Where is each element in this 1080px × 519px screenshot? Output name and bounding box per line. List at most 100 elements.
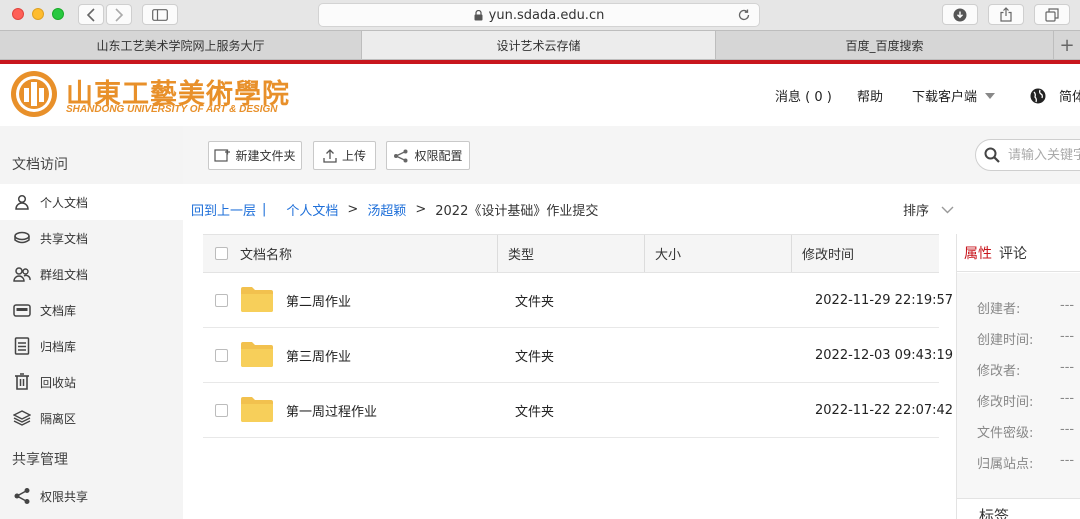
folder-icon — [241, 342, 273, 367]
table-row[interactable]: 第一周过程作业 文件夹 2022-11-22 22:07:42 — [203, 383, 953, 438]
row-checkbox[interactable] — [215, 328, 228, 382]
property-value: --- — [1060, 298, 1075, 313]
group-icon — [12, 264, 32, 284]
sidebar-section-docs: 文档访问 — [12, 157, 68, 173]
close-window-button[interactable] — [12, 8, 24, 20]
sidebar-item-recycle-bin[interactable]: 回收站 — [0, 364, 183, 400]
property-value: --- — [1060, 422, 1075, 437]
folder-icon — [241, 397, 273, 422]
permissions-button[interactable]: 权限配置 — [386, 141, 470, 170]
property-created-time: 创建时间: --- — [977, 329, 1074, 348]
new-folder-label: 新建文件夹 — [235, 149, 296, 163]
file-modified: 2022-12-03 09:43:19 — [815, 347, 954, 363]
browser-tab-bar: 山东工艺美术学院网上服务大厅 设计艺术云存储 百度_百度搜索 + — [0, 30, 1080, 60]
column-modified[interactable]: 修改时间 — [802, 235, 854, 272]
search-icon — [984, 147, 1000, 163]
url-text: yun.sdada.edu.cn — [488, 7, 605, 23]
language-menu[interactable]: 简体 — [1030, 86, 1080, 105]
column-size[interactable]: 大小 — [655, 235, 681, 272]
sort-menu[interactable]: 排序 — [903, 200, 954, 219]
sidebar-item-permission-share[interactable]: 权限共享 — [0, 478, 183, 514]
minimize-window-button[interactable] — [32, 8, 44, 20]
tab-label: 百度_百度搜索 — [845, 38, 924, 53]
trash-icon — [12, 372, 32, 392]
messages-link[interactable]: 消息 ( 0 ) — [775, 86, 832, 105]
download-client-label: 下载客户端 — [912, 90, 978, 105]
file-type: 文件夹 — [515, 404, 555, 420]
new-folder-button[interactable]: 新建文件夹 — [208, 141, 302, 170]
property-label: 归属站点: — [977, 457, 1034, 472]
tab-label: 设计艺术云存储 — [496, 38, 581, 53]
browser-tab-baidu[interactable]: 百度_百度搜索 — [716, 31, 1054, 59]
properties-body: 创建者: --- 创建时间: --- 修改者: --- 修改时间: --- 文件… — [957, 273, 1080, 498]
column-name[interactable]: 文档名称 — [240, 235, 292, 272]
row-checkbox[interactable] — [215, 383, 228, 437]
sidebar-item-shared-docs[interactable]: 共享文档 — [0, 220, 183, 256]
share-page-icon — [1000, 7, 1012, 22]
sidebar-item-label: 回收站 — [40, 375, 77, 390]
back-button[interactable] — [78, 4, 104, 25]
globe-icon — [1030, 88, 1046, 103]
zoom-window-button[interactable] — [52, 8, 64, 20]
upload-label: 上传 — [341, 149, 366, 163]
search-input[interactable] — [1008, 147, 1080, 163]
sidebar-item-group-docs[interactable]: 群组文档 — [0, 256, 183, 292]
share-page-button[interactable] — [988, 4, 1024, 25]
column-type[interactable]: 类型 — [508, 235, 534, 272]
share-icon — [393, 149, 409, 163]
language-label: 简体 — [1059, 90, 1080, 105]
browser-tab-cloud-storage[interactable]: 设计艺术云存储 — [362, 31, 716, 59]
download-client-menu[interactable]: 下载客户端 — [912, 86, 996, 105]
sidebar-item-archive[interactable]: 归档库 — [0, 328, 183, 364]
site-header: 山東工藝美術學院 SHANDONG UNIVERSITY OF ART & DE… — [0, 64, 1080, 126]
library-icon — [12, 300, 32, 320]
permissions-label: 权限配置 — [414, 149, 463, 163]
tab-properties[interactable]: 属性 — [964, 243, 992, 263]
file-name[interactable]: 第一周过程作业 — [286, 383, 377, 437]
downloads-button[interactable] — [942, 4, 978, 25]
file-type: 文件夹 — [515, 349, 555, 365]
property-classification: 文件密级: --- — [977, 422, 1074, 441]
search-box[interactable] — [975, 139, 1080, 171]
breadcrumb: 回到上一层 | 个人文档 > 汤超颖 > 2022《设计基础》作业提交 — [191, 200, 598, 219]
lock-icon — [474, 9, 483, 20]
chevron-down-icon — [941, 206, 954, 213]
help-link[interactable]: 帮助 — [857, 86, 883, 105]
university-logo-icon[interactable] — [10, 70, 58, 118]
properties-panel: 属性 评论 创建者: --- 创建时间: --- 修改者: --- 修改时间: … — [956, 234, 1080, 519]
folder-icon — [241, 287, 273, 312]
tabs-icon — [1045, 7, 1059, 22]
sidebar-item-label: 文档库 — [40, 303, 77, 318]
select-all-checkbox[interactable] — [215, 235, 228, 272]
breadcrumb-user-folder[interactable]: 汤超颖 — [367, 200, 406, 219]
sidebar-item-quarantine[interactable]: 隔离区 — [0, 400, 183, 436]
tab-overview-button[interactable] — [1034, 4, 1070, 25]
sidebar-item-label: 隔离区 — [40, 411, 77, 426]
file-name[interactable]: 第三周作业 — [286, 328, 351, 382]
quarantine-icon — [12, 408, 32, 428]
properties-tabs: 属性 评论 — [957, 234, 1080, 272]
file-name[interactable]: 第二周作业 — [286, 273, 351, 327]
property-label: 修改时间: — [977, 395, 1034, 410]
back-one-level-link[interactable]: 回到上一层 — [191, 200, 256, 219]
address-bar[interactable]: yun.sdada.edu.cn — [318, 3, 760, 27]
table-header: 文档名称 类型 大小 修改时间 — [203, 234, 939, 273]
sidebar-item-personal-docs[interactable]: 个人文档 — [0, 184, 183, 220]
browser-tab-service-hall[interactable]: 山东工艺美术学院网上服务大厅 — [0, 31, 362, 59]
row-checkbox[interactable] — [215, 273, 228, 327]
new-tab-button[interactable]: + — [1054, 31, 1080, 59]
property-site: 归属站点: --- — [977, 453, 1074, 472]
sidebar-item-doc-library[interactable]: 文档库 — [0, 292, 183, 328]
upload-button[interactable]: 上传 — [313, 141, 376, 170]
sidebar-toggle-button[interactable] — [142, 4, 178, 25]
table-row[interactable]: 第三周作业 文件夹 2022-12-03 09:43:19 — [203, 328, 953, 383]
chevron-left-icon — [86, 7, 95, 22]
breadcrumb-personal-docs[interactable]: 个人文档 — [286, 200, 338, 219]
person-icon — [12, 192, 32, 212]
sidebar-item-label: 共享文档 — [40, 231, 89, 246]
reload-icon[interactable] — [737, 8, 751, 22]
property-value: --- — [1060, 453, 1075, 468]
tab-comments[interactable]: 评论 — [999, 243, 1027, 263]
table-row[interactable]: 第二周作业 文件夹 2022-11-29 22:19:57 — [203, 273, 953, 328]
forward-button[interactable] — [106, 4, 132, 25]
